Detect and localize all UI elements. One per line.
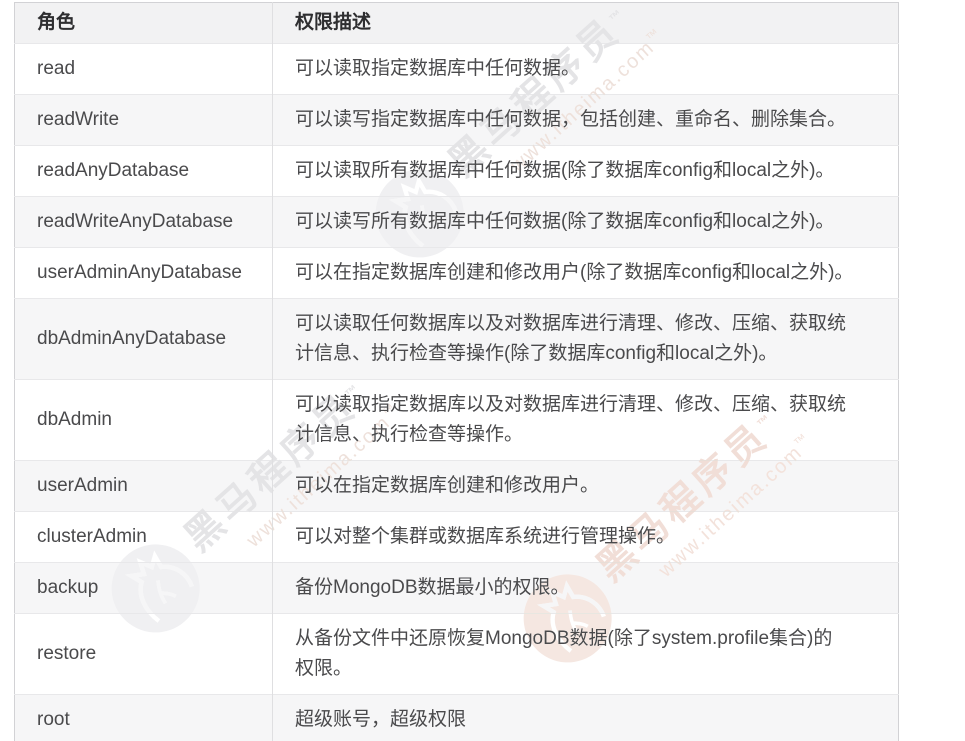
table-row: dbAdminAnyDatabase 可以读取任何数据库以及对数据库进行清理、修…	[14, 298, 899, 380]
desc-cell: 可以读取指定数据库中任何数据。	[272, 43, 899, 95]
role-cell: read	[14, 43, 273, 95]
role-cell: readAnyDatabase	[14, 145, 273, 197]
table-row: readWrite 可以读写指定数据库中任何数据，包括创建、重命名、删除集合。	[14, 94, 899, 146]
desc-cell: 可以读取任何数据库以及对数据库进行清理、修改、压缩、获取统 计信息、执行检查等操…	[272, 298, 899, 380]
table-row: userAdmin 可以在指定数据库创建和修改用户。	[14, 460, 899, 512]
desc-cell: 可以读取指定数据库以及对数据库进行清理、修改、压缩、获取统 计信息、执行检查等操…	[272, 379, 899, 461]
table-row: root 超级账号，超级权限	[14, 694, 899, 741]
table-header-desc: 权限描述	[272, 2, 899, 44]
desc-cell: 可以读取所有数据库中任何数据(除了数据库config和local之外)。	[272, 145, 899, 197]
desc-cell: 可以对整个集群或数据库系统进行管理操作。	[272, 511, 899, 563]
table-row: restore 从备份文件中还原恢复MongoDB数据(除了system.pro…	[14, 613, 899, 695]
table-row: readAnyDatabase 可以读取所有数据库中任何数据(除了数据库conf…	[14, 145, 899, 197]
role-cell: root	[14, 694, 273, 741]
desc-cell: 超级账号，超级权限	[272, 694, 899, 741]
role-cell: restore	[14, 613, 273, 695]
table-header-row: 角色 权限描述	[14, 2, 899, 44]
table-row: readWriteAnyDatabase 可以读写所有数据库中任何数据(除了数据…	[14, 196, 899, 248]
table-row: read 可以读取指定数据库中任何数据。	[14, 43, 899, 95]
role-cell: dbAdminAnyDatabase	[14, 298, 273, 380]
mongodb-roles-table: 角色 权限描述 read 可以读取指定数据库中任何数据。 readWrite 可…	[14, 2, 899, 741]
role-cell: dbAdmin	[14, 379, 273, 461]
role-cell: userAdminAnyDatabase	[14, 247, 273, 299]
role-cell: readWrite	[14, 94, 273, 146]
table-row: clusterAdmin 可以对整个集群或数据库系统进行管理操作。	[14, 511, 899, 563]
role-cell: clusterAdmin	[14, 511, 273, 563]
table-header-role: 角色	[14, 2, 273, 44]
role-cell: userAdmin	[14, 460, 273, 512]
document-page: 黑马程序员™ www.itheima.com™ 黑马程序员™ www.ithei…	[0, 0, 965, 741]
desc-cell: 备份MongoDB数据最小的权限。	[272, 562, 899, 614]
table-row: dbAdmin 可以读取指定数据库以及对数据库进行清理、修改、压缩、获取统 计信…	[14, 379, 899, 461]
desc-cell: 可以读写指定数据库中任何数据，包括创建、重命名、删除集合。	[272, 94, 899, 146]
desc-cell: 从备份文件中还原恢复MongoDB数据(除了system.profile集合)的…	[272, 613, 899, 695]
table-row: userAdminAnyDatabase 可以在指定数据库创建和修改用户(除了数…	[14, 247, 899, 299]
desc-cell: 可以在指定数据库创建和修改用户。	[272, 460, 899, 512]
desc-cell: 可以读写所有数据库中任何数据(除了数据库config和local之外)。	[272, 196, 899, 248]
desc-cell: 可以在指定数据库创建和修改用户(除了数据库config和local之外)。	[272, 247, 899, 299]
table-row: backup 备份MongoDB数据最小的权限。	[14, 562, 899, 614]
role-cell: backup	[14, 562, 273, 614]
role-cell: readWriteAnyDatabase	[14, 196, 273, 248]
